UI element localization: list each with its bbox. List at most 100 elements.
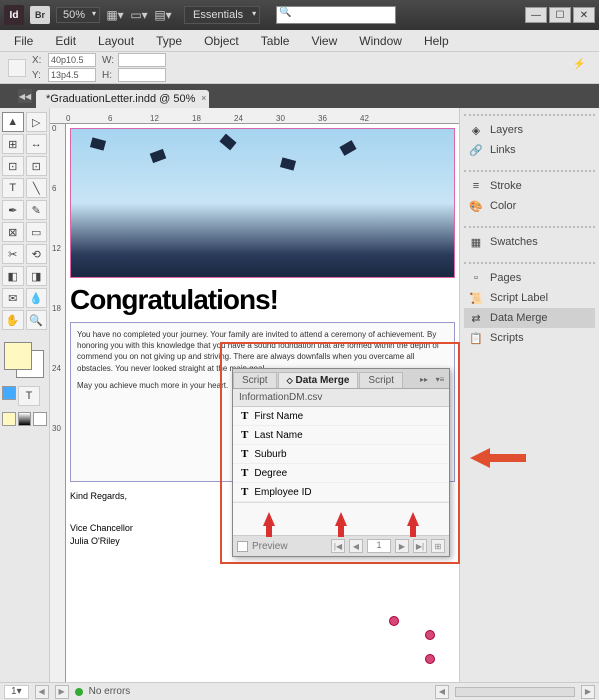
arrange-docs-icon[interactable]: ▤▾ [154, 6, 172, 24]
status-bar: 1 ▾ ◀ ▶ No errors ◀ ▶ [0, 682, 599, 700]
close-tab-icon[interactable]: × [201, 93, 206, 103]
last-record-icon[interactable]: ▶| [413, 539, 427, 553]
panel-tab-data-merge[interactable]: ◇ Data Merge [278, 372, 359, 388]
eyedropper-tool[interactable]: 💧 [26, 288, 48, 308]
menu-help[interactable]: Help [414, 32, 459, 50]
y-field[interactable]: 13p4.5 [48, 68, 96, 82]
field-list: TFirst Name TLast Name TSuburb TDegree T… [233, 407, 449, 502]
close-button[interactable]: ✕ [573, 7, 595, 23]
scroll-left-icon[interactable]: ◀ [435, 685, 449, 699]
bridge-icon[interactable]: Br [30, 6, 50, 24]
x-field[interactable]: 40p10.5 [48, 53, 96, 67]
menu-type[interactable]: Type [146, 32, 192, 50]
data-merge-panel[interactable]: Script ◇ Data Merge Script ▸▸ ▾≡ Informa… [232, 368, 450, 557]
scissors-tool[interactable]: ✂ [2, 244, 24, 264]
rectangle-tool[interactable]: ▭ [26, 222, 48, 242]
container-format-icon[interactable] [2, 386, 16, 400]
page-select[interactable]: 1 ▾ [4, 685, 29, 699]
dock-links[interactable]: 🔗Links [464, 140, 595, 160]
dock-pages[interactable]: ▫Pages [464, 268, 595, 288]
record-number-field[interactable]: 1 [367, 539, 391, 553]
view-options-icon[interactable]: ▦▾ [106, 6, 124, 24]
panel-dock: ◈Layers 🔗Links ≡Stroke 🎨Color ▦Swatches … [459, 108, 599, 682]
dock-layers[interactable]: ◈Layers [464, 120, 595, 140]
prev-record-icon[interactable]: ◀ [349, 539, 363, 553]
field-last-name[interactable]: TLast Name [233, 426, 449, 445]
menu-table[interactable]: Table [251, 32, 300, 50]
collapse-panels-icon[interactable]: ◀◀ [18, 89, 32, 103]
graduation-photo[interactable] [70, 128, 455, 278]
gradient-feather-tool[interactable]: ◨ [26, 266, 48, 286]
preview-checkbox[interactable] [237, 541, 248, 552]
document-tabbar: ◀◀ *GraduationLetter.indd @ 50% × [0, 84, 599, 108]
field-degree[interactable]: TDegree [233, 464, 449, 483]
rectangle-frame-tool[interactable]: ⊠ [2, 222, 24, 242]
selection-tool[interactable]: ▲ [2, 112, 24, 132]
type-tool[interactable]: T [2, 178, 24, 198]
line-tool[interactable]: ╲ [26, 178, 48, 198]
preflight-label: No errors [89, 686, 131, 697]
dock-scripts[interactable]: 📋Scripts [464, 328, 595, 348]
panel-tab-script[interactable]: Script [233, 372, 277, 388]
create-merged-icon[interactable]: ⊞ [431, 539, 445, 553]
screen-mode-icon[interactable]: ▭▾ [130, 6, 148, 24]
hand-tool[interactable]: ✋ [2, 310, 24, 330]
page-tool[interactable]: ⊞ [2, 134, 24, 154]
free-transform-tool[interactable]: ⟲ [26, 244, 48, 264]
menu-window[interactable]: Window [349, 32, 412, 50]
search-input[interactable] [276, 6, 396, 24]
field-first-name[interactable]: TFirst Name [233, 407, 449, 426]
h-scrollbar[interactable] [455, 687, 575, 697]
document-tab[interactable]: *GraduationLetter.indd @ 50% × [36, 90, 209, 108]
content-collector-tool[interactable]: ⊡ [2, 156, 24, 176]
maximize-button[interactable]: ☐ [549, 7, 571, 23]
panel-collapse-icon[interactable]: ▸▸ [417, 372, 431, 386]
dock-data-merge[interactable]: ⇄Data Merge [464, 308, 595, 328]
field-suburb[interactable]: TSuburb [233, 445, 449, 464]
text-format-icon[interactable]: T [18, 386, 40, 406]
zoom-select[interactable]: 50% [56, 7, 100, 23]
prev-spread-icon[interactable]: ◀ [35, 685, 49, 699]
apply-gradient-icon[interactable] [18, 412, 32, 426]
stroke-icon: ≡ [468, 179, 484, 193]
workspace-select[interactable]: Essentials [184, 6, 260, 24]
minimize-button[interactable]: — [525, 7, 547, 23]
menu-file[interactable]: File [4, 32, 43, 50]
fill-stroke-swatch[interactable] [2, 340, 46, 380]
anchor-point[interactable] [425, 630, 435, 640]
pencil-tool[interactable]: ✎ [26, 200, 48, 220]
menu-object[interactable]: Object [194, 32, 249, 50]
gradient-swatch-tool[interactable]: ◧ [2, 266, 24, 286]
apply-none-icon[interactable] [33, 412, 47, 426]
anchor-point[interactable] [389, 616, 399, 626]
content-placer-tool[interactable]: ⊡ [26, 156, 48, 176]
dock-color[interactable]: 🎨Color [464, 196, 595, 216]
text-field-icon: T [241, 467, 248, 479]
first-record-icon[interactable]: |◀ [331, 539, 345, 553]
next-spread-icon[interactable]: ▶ [55, 685, 69, 699]
menu-edit[interactable]: Edit [45, 32, 86, 50]
lightning-icon[interactable]: ⚡ [573, 59, 591, 77]
menu-layout[interactable]: Layout [88, 32, 144, 50]
next-record-icon[interactable]: ▶ [395, 539, 409, 553]
dock-stroke[interactable]: ≡Stroke [464, 176, 595, 196]
reference-point-icon[interactable] [8, 59, 26, 77]
gap-tool[interactable]: ↔ [26, 134, 48, 154]
dock-swatches[interactable]: ▦Swatches [464, 232, 595, 252]
menu-view[interactable]: View [301, 32, 347, 50]
direct-selection-tool[interactable]: ▷ [26, 112, 48, 132]
panel-menu-icon[interactable]: ▾≡ [433, 372, 447, 386]
scroll-right-icon[interactable]: ▶ [581, 685, 595, 699]
menubar: File Edit Layout Type Object Table View … [0, 30, 599, 52]
apply-color-icon[interactable] [2, 412, 16, 426]
note-tool[interactable]: ✉ [2, 288, 24, 308]
w-field[interactable] [118, 53, 166, 67]
zoom-tool[interactable]: 🔍 [26, 310, 48, 330]
dock-script-label[interactable]: 📜Script Label [464, 288, 595, 308]
headline-text[interactable]: Congratulations! [66, 278, 459, 318]
panel-tab-script2[interactable]: Script [359, 372, 403, 388]
anchor-point[interactable] [425, 654, 435, 664]
h-field[interactable] [118, 68, 166, 82]
field-employee-id[interactable]: TEmployee ID [233, 483, 449, 502]
pen-tool[interactable]: ✒ [2, 200, 24, 220]
